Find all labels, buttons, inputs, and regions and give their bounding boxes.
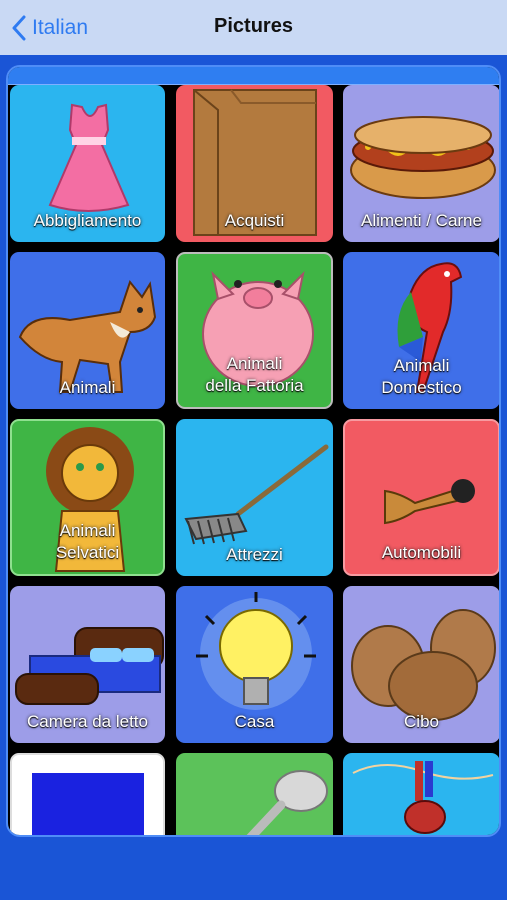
- tile-label: Animali Domestico: [381, 356, 462, 397]
- tile-label: Animali della Fattoria: [205, 354, 304, 395]
- page-title: Pictures: [214, 15, 293, 37]
- tile-label: Attrezzi: [226, 545, 283, 564]
- tile-label: Camera da letto: [27, 712, 148, 731]
- tile-animali-della-fattoria[interactable]: Animali della Fattoria: [176, 252, 333, 409]
- tile-animali[interactable]: Animali: [10, 252, 165, 409]
- tile-row5-col2[interactable]: [176, 753, 333, 835]
- category-grid[interactable]: Abbigliamento Acquisti Alimenti / Carne …: [6, 65, 501, 837]
- tile-animali-domestico[interactable]: Animali Domestico: [343, 252, 499, 409]
- anatomy-icon: [352, 761, 494, 834]
- tile-label: Abbigliamento: [33, 211, 142, 230]
- tile-label: Acquisti: [224, 211, 285, 230]
- tile-label: Animali Selvatici: [55, 521, 120, 562]
- tile-row5-col3[interactable]: [343, 753, 499, 835]
- tile-label: Automobili: [381, 543, 462, 562]
- grid-header-bar: [8, 67, 499, 85]
- tile-label: Casa: [234, 712, 275, 731]
- tile-label: Alimenti / Carne: [361, 211, 482, 230]
- tile-label: Cibo: [404, 712, 439, 731]
- tile-automobili[interactable]: Automobili: [343, 419, 499, 576]
- tile-alimenti-carne[interactable]: Alimenti / Carne: [343, 85, 499, 242]
- tile-casa[interactable]: Casa: [176, 586, 333, 743]
- navigation-bar: Italian Pictures: [0, 0, 507, 55]
- tile-label: Animali: [59, 378, 116, 397]
- tile-camera-da-letto[interactable]: Camera da letto: [10, 586, 165, 743]
- tile-animali-selvatici[interactable]: Animali Selvatici: [10, 419, 165, 576]
- blue-square-icon: [32, 773, 144, 835]
- tile-row5-col1[interactable]: [10, 753, 165, 835]
- tile-attrezzi[interactable]: Attrezzi: [176, 419, 333, 576]
- tile-abbigliamento[interactable]: Abbigliamento: [10, 85, 165, 242]
- tile-cibo[interactable]: Cibo: [343, 586, 499, 743]
- spoon-icon: [246, 770, 328, 835]
- tile-acquisti[interactable]: Acquisti: [176, 85, 333, 242]
